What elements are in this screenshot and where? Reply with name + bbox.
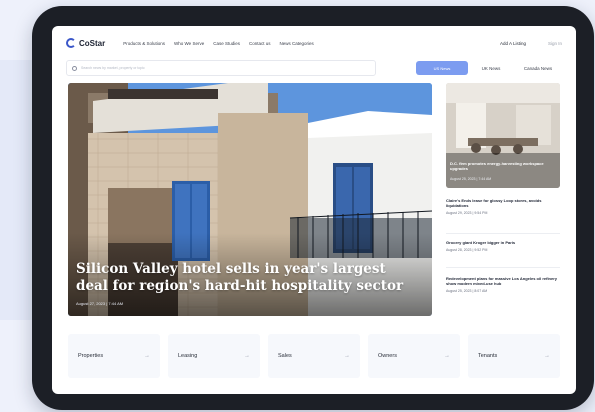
hero-headline[interactable]: Silicon Valley hotel sells in year's lar… — [76, 261, 416, 295]
uk-news-button[interactable]: UK News — [468, 61, 514, 75]
sidebar-article-date: August 28, 2023 | 9:52 PM — [446, 248, 488, 252]
nav-link-products[interactable]: Products & Solutions — [123, 41, 165, 46]
tablet-frame: CoStar Products & Solutions Who We Serve… — [32, 6, 594, 410]
feature-caption: D.C. firm promotes energy-harvesting wor… — [450, 161, 544, 171]
hero-article[interactable]: Silicon Valley hotel sells in year's lar… — [68, 83, 432, 316]
hero-date: August 27, 2023 | 7:44 AM — [76, 301, 124, 306]
arrow-right-icon: → — [544, 353, 550, 359]
sidebar-article-date: August 25, 2023 | 8:07 AM — [446, 289, 488, 293]
add-listing-link[interactable]: Add A Listing — [500, 41, 526, 46]
sidebar-article-date: August 29, 2023 | 9:54 PM — [446, 211, 488, 215]
nav-link-contact[interactable]: Contact us — [249, 41, 271, 46]
category-properties[interactable]: Properties → — [68, 334, 160, 378]
sidebar-feature-card[interactable]: D.C. firm promotes energy-harvesting wor… — [446, 83, 560, 188]
nav-link-news-categories[interactable]: News Categories — [279, 41, 313, 46]
divider — [446, 267, 560, 268]
sidebar-article-title: Redevelopment plans for massive Los Ange… — [446, 276, 557, 286]
category-label: Properties — [78, 353, 104, 359]
sidebar-article-title: Grocery giant Kroger bigger in Paris — [446, 240, 516, 245]
search-input[interactable]: Search news by market, property or topic — [66, 60, 376, 76]
arrow-right-icon: → — [444, 353, 450, 359]
category-tenants[interactable]: Tenants → — [468, 334, 560, 378]
arrow-right-icon: → — [144, 353, 150, 359]
app-screen: CoStar Products & Solutions Who We Serve… — [52, 26, 576, 394]
category-row: Properties → Leasing → Sales → Owners → … — [68, 334, 560, 378]
canada-news-button[interactable]: Canada News — [514, 61, 562, 75]
nav-actions: Add A Listing Sign In — [500, 41, 562, 46]
office-interior-image — [446, 83, 560, 188]
nav-links: Products & Solutions Who We Serve Case S… — [123, 41, 314, 46]
search-icon — [72, 65, 77, 71]
search-placeholder: Search news by market, property or topic — [81, 66, 145, 70]
category-label: Leasing — [178, 353, 198, 359]
logo-text: CoStar — [79, 38, 106, 48]
us-news-button[interactable]: US News — [416, 61, 468, 75]
sign-in-link[interactable]: Sign In — [548, 41, 562, 46]
category-leasing[interactable]: Leasing → — [168, 334, 260, 378]
sidebar-article[interactable]: Grocery giant Kroger bigger in Paris Aug… — [446, 240, 560, 252]
arrow-right-icon: → — [344, 353, 350, 359]
sidebar-article[interactable]: Redevelopment plans for massive Los Ange… — [446, 276, 560, 293]
feature-date: August 25, 2023 | 7:44 AM — [450, 177, 492, 181]
category-label: Sales — [278, 353, 292, 359]
logo-mark-icon — [66, 38, 76, 48]
arrow-right-icon: → — [244, 353, 250, 359]
nav-link-who-we-serve[interactable]: Who We Serve — [174, 41, 204, 46]
category-label: Owners — [378, 353, 397, 359]
brand-logo[interactable]: CoStar — [66, 38, 105, 48]
top-nav: CoStar Products & Solutions Who We Serve… — [52, 26, 576, 60]
sidebar-article[interactable]: Claire's Ends lease for glossy Loop stor… — [446, 198, 560, 215]
search-row: Search news by market, property or topic… — [66, 60, 562, 76]
category-sales[interactable]: Sales → — [268, 334, 360, 378]
sidebar-article-title: Claire's Ends lease for glossy Loop stor… — [446, 198, 542, 208]
category-label: Tenants — [478, 353, 498, 359]
divider — [446, 233, 560, 234]
category-owners[interactable]: Owners → — [368, 334, 460, 378]
nav-link-case-studies[interactable]: Case Studies — [213, 41, 240, 46]
